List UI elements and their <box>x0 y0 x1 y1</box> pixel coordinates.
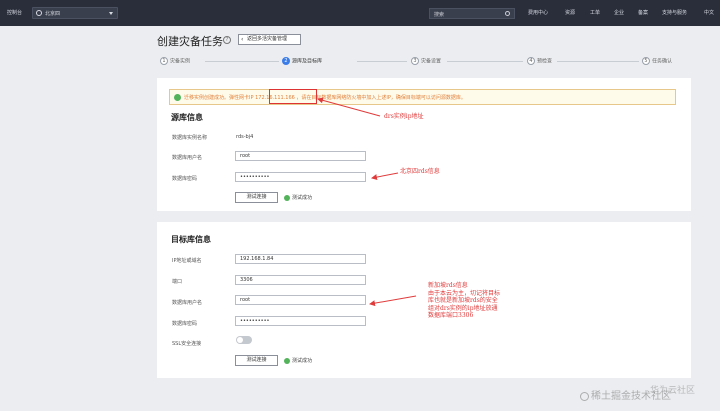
source-password-input[interactable]: •••••••••• <box>235 172 366 182</box>
annotation-drs-ip: drs实例ip地址 <box>384 113 424 120</box>
success-icon <box>174 94 181 101</box>
check-icon <box>284 357 290 364</box>
nav-support[interactable]: 支持与服务 <box>662 9 687 16</box>
nav-tickets[interactable]: 工单 <box>590 9 600 16</box>
search-input[interactable]: 搜索 <box>429 8 515 19</box>
source-test-result: 测试成功 <box>284 194 312 201</box>
back-button[interactable]: ‹ 返回多活灾备管理 <box>238 34 301 45</box>
console-link[interactable]: 控制台 <box>7 9 22 16</box>
target-user-label: 数据库用户名 <box>172 300 203 306</box>
step-divider <box>447 61 523 62</box>
ssl-toggle[interactable] <box>236 336 252 344</box>
region-label: 北京四 <box>45 11 61 17</box>
juejin-logo-icon <box>580 391 589 401</box>
step-5: 5 任务确认 <box>642 57 672 65</box>
target-port-input[interactable]: 3306 <box>235 275 366 285</box>
source-instance-value: rds-bj4 <box>236 134 254 140</box>
region-selector[interactable]: 北京四 <box>32 7 118 19</box>
help-icon[interactable]: ? <box>223 36 231 44</box>
watermark-juejin: 稀土掘金技术社区 <box>580 387 671 402</box>
source-section-title: 源库信息 <box>171 113 203 122</box>
nav-icp[interactable]: 备案 <box>638 9 648 16</box>
target-ip-label: IP地址或域名 <box>172 258 202 264</box>
target-user-input[interactable]: root <box>235 295 366 305</box>
ip-highlight-box <box>269 89 317 104</box>
target-password-input[interactable]: •••••••••• <box>235 316 366 326</box>
chevron-left-icon: ‹ <box>241 36 244 43</box>
ssl-label: SSL安全连接 <box>172 341 202 347</box>
target-test-result: 测试成功 <box>284 357 312 364</box>
step-2: 2 源库及目标库 <box>282 57 322 65</box>
top-nav-bar: 控制台 北京四 搜索 费用中心 资源 工单 企业 备案 支持与服务 中文 <box>0 0 720 26</box>
nav-enterprise[interactable]: 企业 <box>614 9 624 16</box>
source-test-connection-button[interactable]: 测试连接 <box>235 192 278 203</box>
annotation-source-info: 北京四rds信息 <box>400 168 440 175</box>
source-instance-label: 数据库实例名称 <box>172 135 208 141</box>
location-pin-icon <box>36 10 42 16</box>
nav-billing[interactable]: 费用中心 <box>528 9 548 16</box>
wizard-steps: 1 灾备实例 2 源库及目标库 3 灾备设置 4 预检查 5 任务确认 <box>157 57 691 69</box>
source-user-input[interactable]: root <box>235 151 366 161</box>
info-alert: 迁移实例创建成功。弹性网卡IP 172.16.111.166 ，请在目标数据库网… <box>169 89 676 105</box>
step-divider <box>205 61 279 62</box>
step-4: 4 预检查 <box>527 57 552 65</box>
nav-language[interactable]: 中文 <box>704 9 714 16</box>
step-divider <box>357 61 407 62</box>
search-placeholder: 搜索 <box>434 12 445 18</box>
target-password-label: 数据库密码 <box>172 321 198 327</box>
target-ip-input[interactable]: 192.168.1.84 <box>235 254 366 264</box>
chevron-down-icon <box>109 12 113 15</box>
toggle-knob <box>237 337 243 343</box>
step-1: 1 灾备实例 <box>160 57 190 65</box>
source-user-label: 数据库用户名 <box>172 155 203 161</box>
check-icon <box>284 194 290 201</box>
step-3: 3 灾备设置 <box>411 57 441 65</box>
target-test-connection-button[interactable]: 测试连接 <box>235 355 278 366</box>
target-section-title: 目标库信息 <box>171 235 211 244</box>
nav-resources[interactable]: 资源 <box>565 9 575 16</box>
annotation-target-info: 新加坡rds信息 由于本云为主，切记将目标 库也就是新加坡rds的安全 组对dr… <box>428 282 501 319</box>
back-button-label: 返回多活灾备管理 <box>247 36 288 42</box>
source-password-label: 数据库密码 <box>172 176 198 182</box>
page-title: 创建灾备任务 <box>157 35 223 48</box>
target-port-label: 端口 <box>172 279 183 285</box>
alert-text: 迁移实例创建成功。弹性网卡IP 172.16.111.166 ，请在目标数据库网… <box>184 95 466 101</box>
search-icon[interactable] <box>505 11 510 16</box>
step-divider <box>557 61 639 62</box>
